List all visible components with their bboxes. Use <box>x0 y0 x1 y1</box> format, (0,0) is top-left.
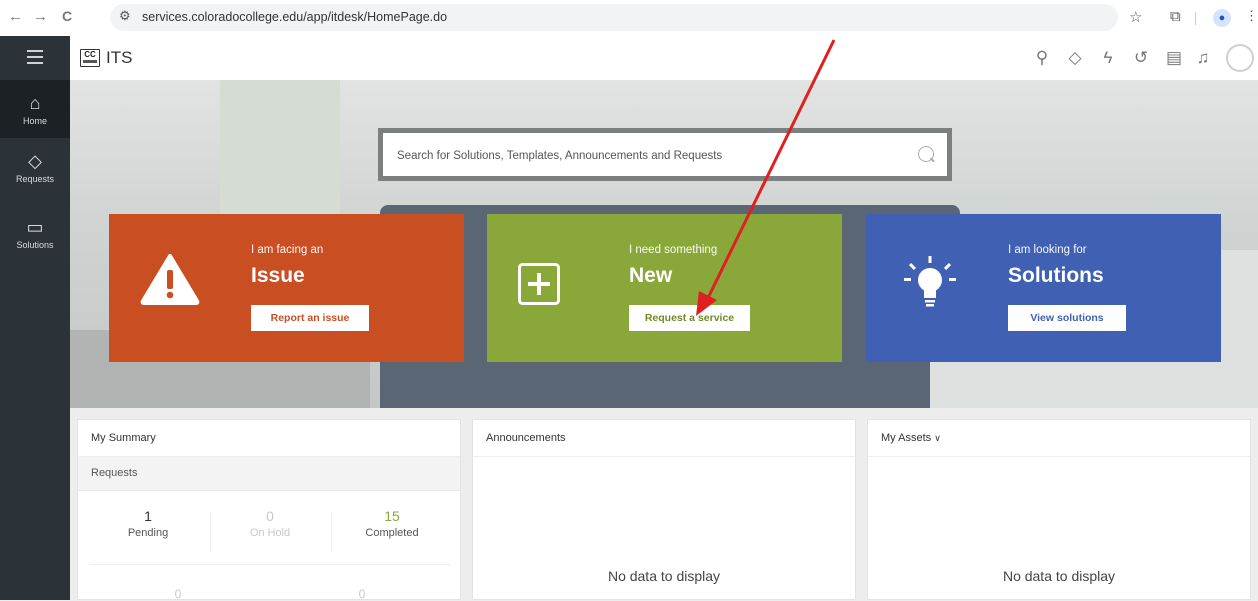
search-icon[interactable]: ⚲ <box>1032 48 1052 68</box>
card-title: Solutions <box>1008 264 1104 287</box>
stat-value: 1 <box>144 508 152 524</box>
lightning-icon[interactable]: ϟ <box>1098 48 1118 68</box>
row-divider <box>90 564 451 565</box>
stat-value: 0 <box>174 587 182 601</box>
address-bar[interactable]: ⚙ services.coloradocollege.edu/app/itdes… <box>110 4 1118 31</box>
stat-on-hold[interactable]: 0 On Hold <box>210 508 330 539</box>
stat-label: On Hold <box>249 527 291 539</box>
empty-message: No data to display <box>607 568 721 584</box>
site-settings-icon[interactable]: ⚙ <box>119 8 131 24</box>
bookmark-star-icon[interactable]: ☆ <box>1129 8 1142 26</box>
stat-pending[interactable]: 1 Pending <box>88 508 208 539</box>
background-decor <box>220 80 340 230</box>
sidebar-item-label: Requests <box>15 174 55 184</box>
stat-value: 15 <box>384 508 400 524</box>
stat-value: 0 <box>266 508 274 524</box>
hamburger-icon[interactable] <box>27 50 43 64</box>
card-kicker: I need something <box>629 244 718 256</box>
diamond-request-icon[interactable]: ◇ <box>1065 48 1085 68</box>
warning-icon <box>140 254 200 305</box>
browser-toolbar: ← → C ⚙ services.coloradocollege.edu/app… <box>0 0 1258 37</box>
new-request-card[interactable]: I need something New Request a service <box>487 214 842 362</box>
url-text[interactable]: services.coloradocollege.edu/app/itdesk/… <box>142 10 447 24</box>
card-kicker: I am facing an <box>251 244 324 256</box>
request-service-button[interactable]: Request a service <box>629 305 750 331</box>
stat-value: 0 <box>358 587 366 601</box>
book-icon: ▭ <box>26 217 44 237</box>
toolbar-divider <box>1195 12 1196 25</box>
menu-kebab-icon[interactable]: ⋮ <box>1245 8 1258 24</box>
plus-icon <box>518 263 560 305</box>
report-issue-button[interactable]: Report an issue <box>251 305 369 331</box>
back-button[interactable]: ← <box>8 8 23 25</box>
lightbulb-icon <box>904 256 956 307</box>
search-box <box>378 128 952 181</box>
view-solutions-button[interactable]: View solutions <box>1008 305 1126 331</box>
stat-completed[interactable]: 15 Completed <box>332 508 452 539</box>
announcements-panel: Announcements No data to display <box>472 419 856 600</box>
stat-row2-left[interactable]: 0 <box>118 587 238 601</box>
sidebar-item-requests[interactable]: ◇ Requests <box>0 150 70 184</box>
profile-icon[interactable]: ● <box>1213 9 1231 27</box>
assets-dropdown[interactable]: My Assets ∨ <box>868 420 1250 457</box>
menu-toggle[interactable] <box>0 36 70 80</box>
reload-button[interactable]: C <box>62 8 72 24</box>
empty-message: No data to display <box>1002 568 1116 584</box>
stat-label: Completed <box>365 527 419 539</box>
sidebar-item-label: Home <box>22 116 47 126</box>
card-title: New <box>629 264 673 287</box>
my-assets-panel: My Assets ∨ No data to display <box>867 419 1251 600</box>
panel-title: My Summary <box>78 420 460 457</box>
sidebar: ⌂ Home ◇ Requests ▭ Solutions <box>0 80 70 600</box>
notes-icon[interactable]: ▤ <box>1164 48 1184 68</box>
diamond-icon: ◇ <box>28 151 42 171</box>
panel-title: Announcements <box>473 420 855 457</box>
app-title: ITS <box>106 48 133 67</box>
college-logo: CC <box>80 49 100 67</box>
sidebar-item-label: Solutions <box>16 240 54 250</box>
bell-icon[interactable]: ♫ <box>1193 48 1213 68</box>
panel-title: My Assets <box>881 432 932 444</box>
issue-card[interactable]: I am facing an Issue Report an issue <box>109 214 464 362</box>
sidebar-item-home[interactable]: ⌂ Home <box>0 80 70 138</box>
app-header: CC ITS ⚲ ◇ ϟ ↺ ▤ ♫ <box>0 36 1258 81</box>
summary-section-label: Requests <box>78 457 460 491</box>
my-summary-panel: My Summary Requests 1 Pending 0 On Hold … <box>77 419 461 601</box>
search-input[interactable] <box>395 133 899 178</box>
stat-row2-right[interactable]: 0 <box>302 587 422 601</box>
chevron-down-icon: ∨ <box>934 433 941 443</box>
sidebar-item-solutions[interactable]: ▭ Solutions <box>0 216 70 250</box>
user-avatar[interactable] <box>1226 44 1254 72</box>
search-submit-icon[interactable] <box>918 146 934 162</box>
stat-label: Pending <box>127 527 169 539</box>
history-icon[interactable]: ↺ <box>1131 48 1151 68</box>
card-kicker: I am looking for <box>1008 244 1087 256</box>
card-title: Issue <box>251 264 305 287</box>
solutions-card[interactable]: I am looking for Solutions View solution… <box>866 214 1221 362</box>
extensions-icon[interactable]: ⧉ <box>1170 8 1181 25</box>
home-icon: ⌂ <box>29 93 41 113</box>
forward-button[interactable]: → <box>33 8 48 25</box>
